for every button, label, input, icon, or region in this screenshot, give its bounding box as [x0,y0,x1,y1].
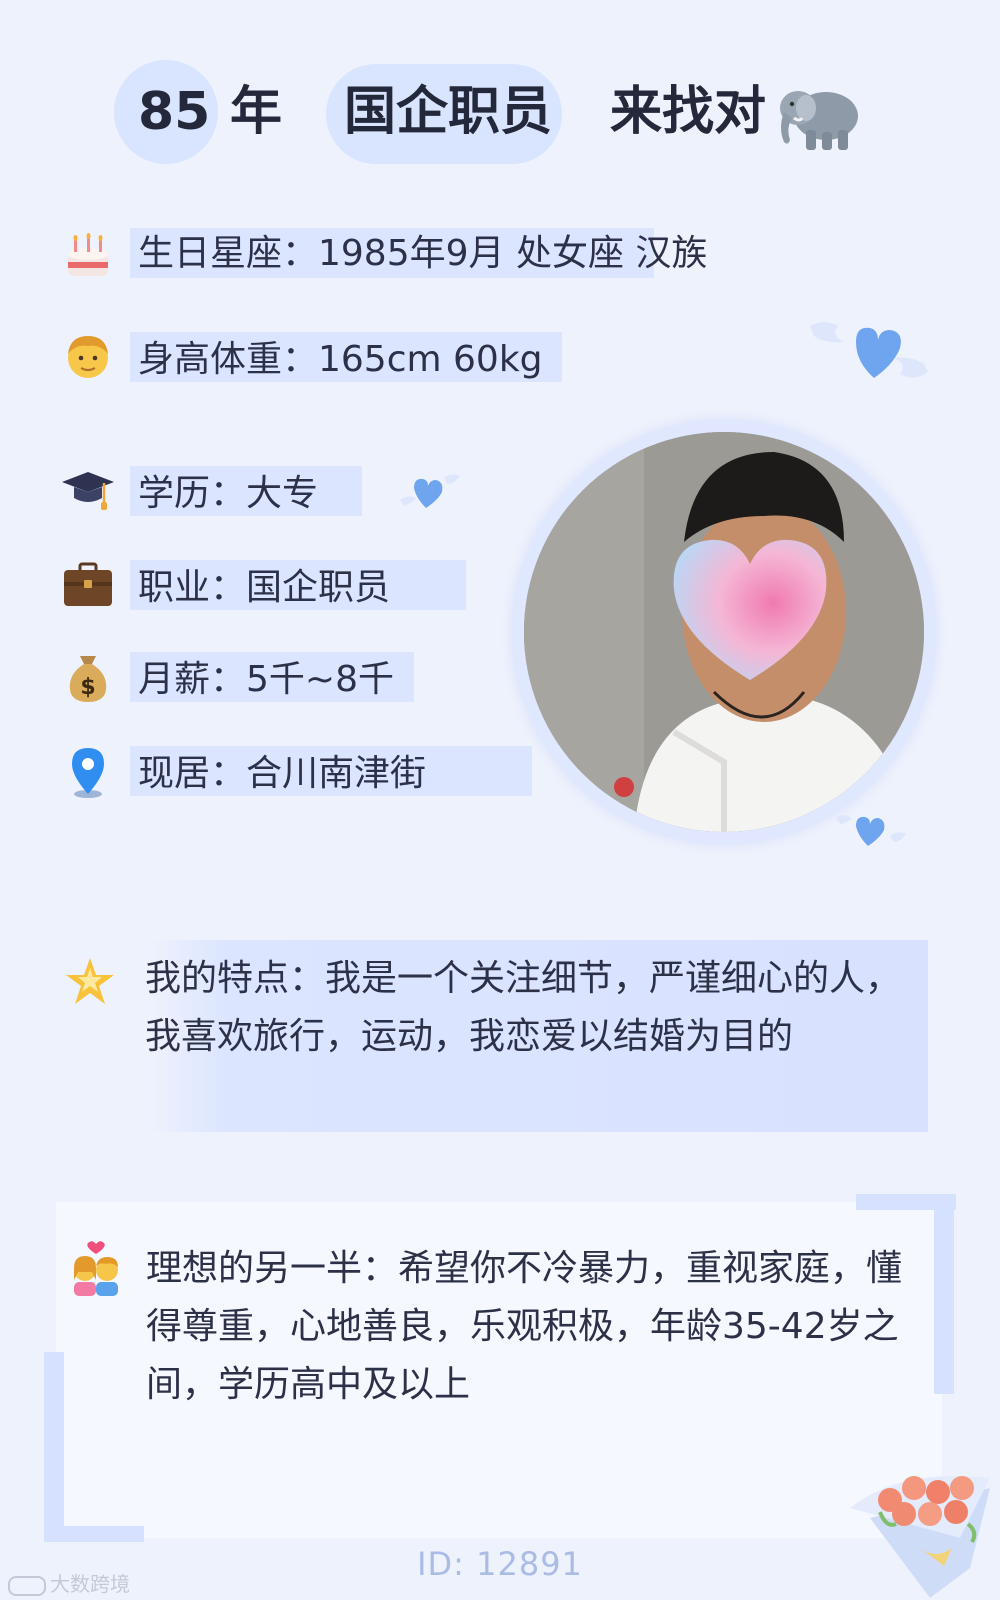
small-heart-icon-2 [836,815,906,846]
star-icon [66,958,114,1004]
birth-text: 生日星座：1985年9月 处女座 汉族 [138,233,708,274]
man-face-icon [68,336,108,378]
education-text: 学历：大专 [138,473,319,514]
watermark: 大数跨境 [8,1568,130,1597]
tagline: 来找对 [610,82,767,142]
profile-id: ID: 12891 [417,1545,583,1583]
height-weight-text: 身高体重：165cm 60kg [138,339,543,380]
watermark-text: 大数跨境 [50,1572,130,1596]
small-heart-icon [400,474,460,508]
age-unit: 年 [230,82,283,142]
elephant-icon [780,91,858,150]
cake-icon [68,233,108,276]
bracket-bottom-left-v [44,1352,64,1542]
couple-icon [74,1241,118,1296]
residence-text: 现居：合川南津街 [138,753,427,794]
svg-text:$: $ [80,675,95,700]
features-text: 我的特点：我是一个关注细节，严谨细心的人，我喜欢旅行，运动，我恋爱以结婚为目的 [145,958,902,1057]
watermark-logo-icon [8,1575,46,1596]
profile-photo [524,432,924,832]
age-number: 85 [138,82,211,142]
heart-sticker-icon [673,539,827,680]
salary-text: 月薪：5千~8千 [138,659,394,700]
money-bag-icon: $ [69,656,107,702]
briefcase-icon [64,562,112,606]
job-text: 职业：国企职员 [138,567,391,608]
winged-heart-icon [810,322,928,378]
ideal-partner-text: 理想的另一半：希望你不冷暴力，重视家庭，懂得尊重，心地善良，乐观积极，年龄35-… [146,1248,903,1405]
graduation-cap-icon [62,472,114,510]
occupation-title: 国企职员 [344,82,553,142]
bracket-bottom-left-h [44,1526,144,1542]
bracket-top-right-v [934,1194,954,1394]
location-pin-icon [72,748,104,798]
